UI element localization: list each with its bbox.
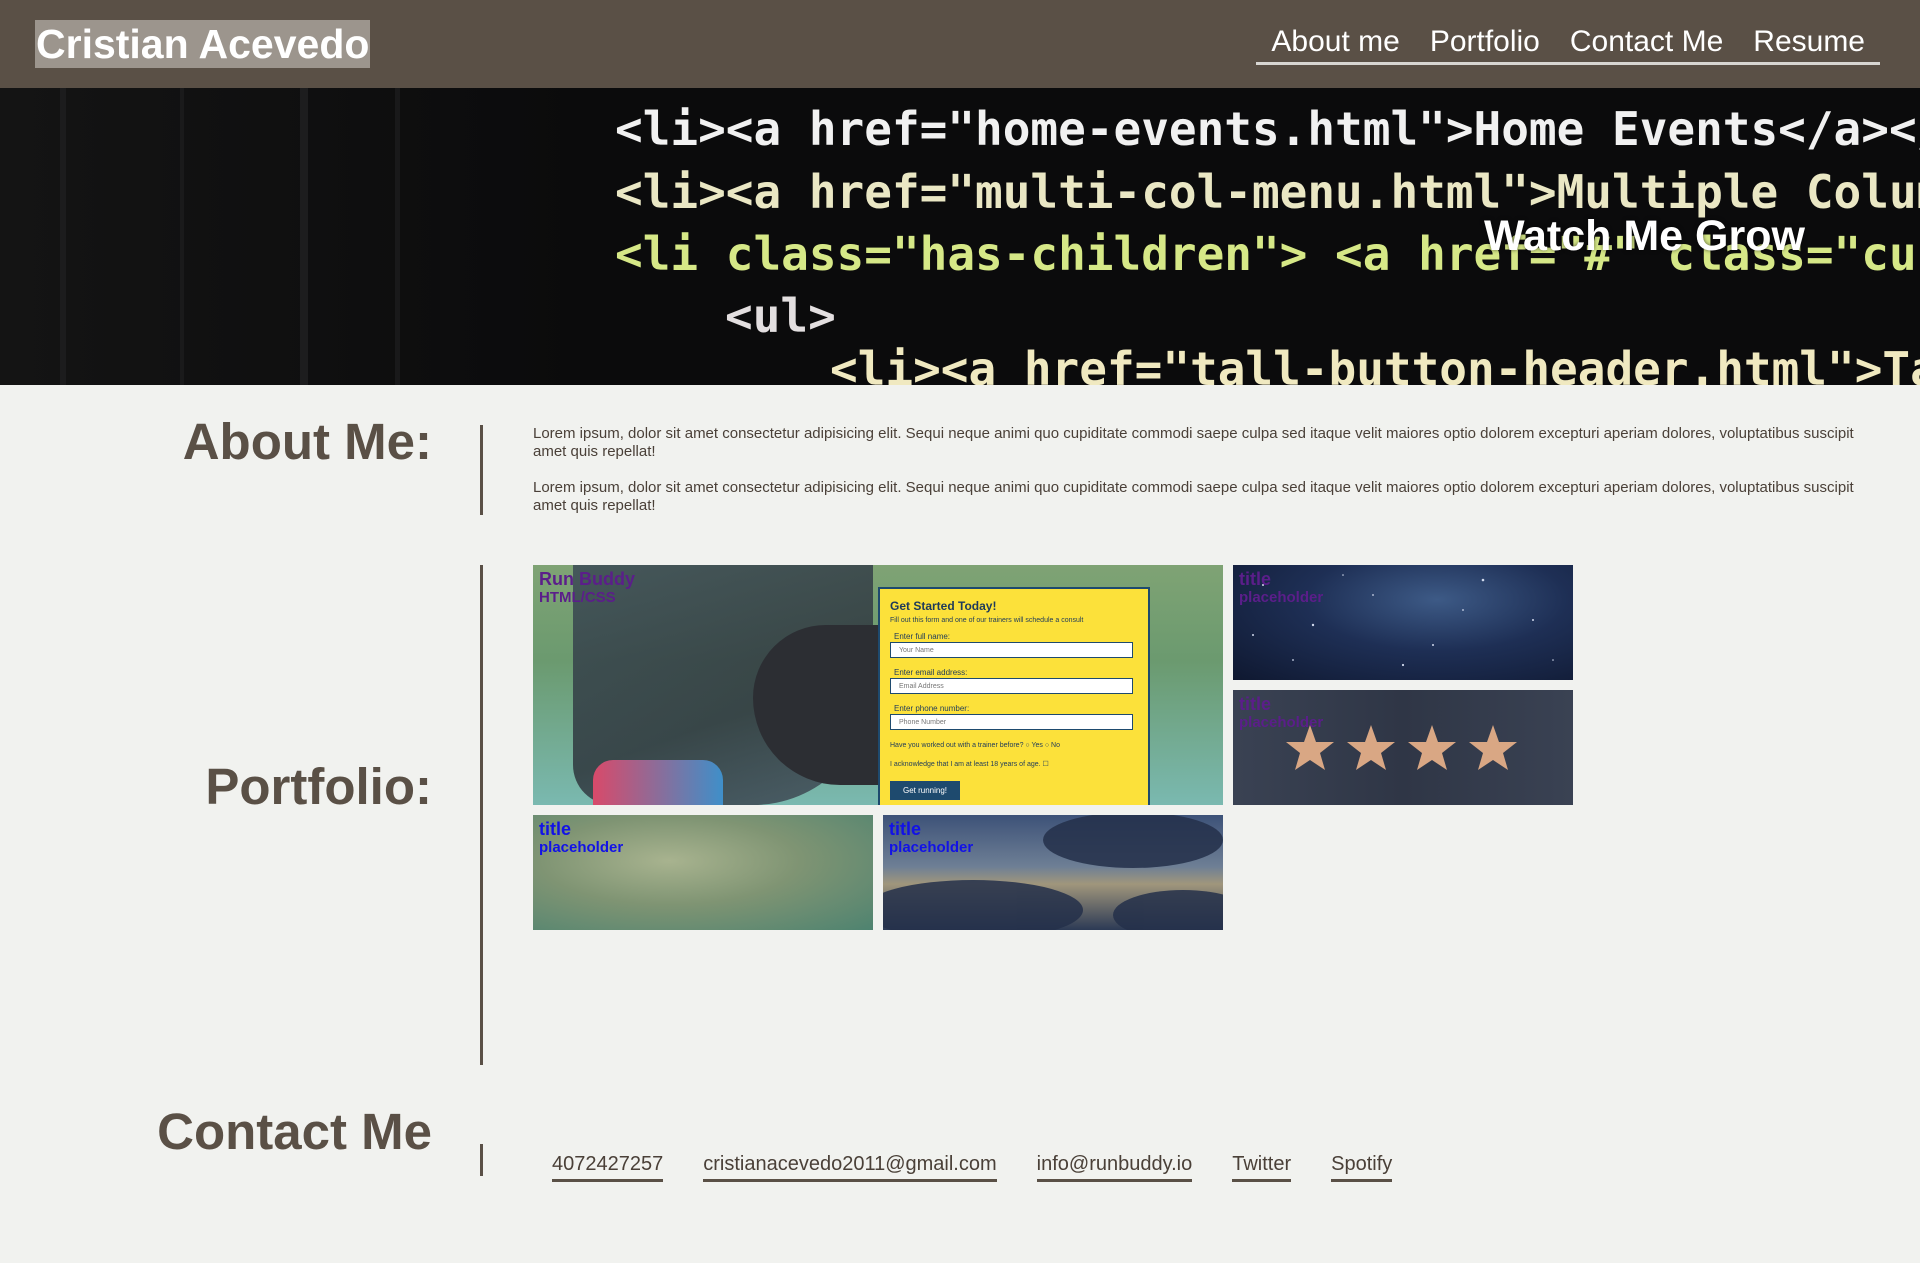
contact-email-link[interactable]: cristianacevedo2011@gmail.com [703, 1151, 997, 1182]
nav-resume[interactable]: Resume [1738, 22, 1880, 62]
portfolio-tile-stars[interactable]: title placeholder [1233, 690, 1573, 805]
tile-subtitle: placeholder [889, 839, 974, 856]
contact-twitter-link[interactable]: Twitter [1232, 1151, 1292, 1182]
site-header: Cristian Acevedo About me Portfolio Cont… [0, 0, 1920, 88]
portfolio-tile-galaxy[interactable]: title placeholder [1233, 565, 1573, 680]
run-buddy-image: Get Started Today! Fill out this form an… [533, 565, 1223, 805]
tile-title: title [539, 819, 572, 839]
tile-subtitle: placeholder [1239, 714, 1324, 731]
hero-banner: <li><a href="home-events.html">Home Even… [0, 88, 1920, 385]
about-heading: About Me: [182, 413, 432, 470]
form-heading: Get Started Today! [890, 599, 997, 613]
form-trainer-question: Have you worked out with a trainer befor… [890, 742, 1060, 749]
tile-title: Run Buddy [539, 569, 635, 589]
run-buddy-form-preview: Get Started Today! Fill out this form an… [878, 587, 1150, 805]
about-divider [480, 425, 483, 515]
runner-shoe [593, 760, 723, 805]
hero-code-line: <li><a href="home-events.html">Home Even… [615, 102, 1920, 156]
form-phone-field: Phone Number [890, 714, 1133, 730]
form-note: Fill out this form and one of our traine… [890, 617, 1084, 624]
form-phone-label: Enter phone number: [894, 704, 970, 713]
form-yes-label: Yes [1031, 742, 1043, 749]
portfolio-tile-texture[interactable]: title placeholder [533, 815, 873, 930]
galaxy-stars [1252, 574, 1554, 667]
about-paragraph: Lorem ipsum, dolor sit amet consectetur … [533, 425, 1854, 460]
portfolio-heading: Portfolio: [205, 758, 432, 815]
about-paragraph: Lorem ipsum, dolor sit amet consectetur … [533, 479, 1854, 514]
hero-title: Watch Me Grow [1484, 212, 1805, 260]
tile-subtitle: placeholder [1239, 589, 1324, 606]
portfolio-divider [480, 565, 483, 1065]
contact-phone-link[interactable]: 4072427257 [552, 1151, 664, 1182]
form-name-field: Your Name [890, 642, 1133, 658]
form-age-ack: I acknowledge that I am at least 18 year… [890, 761, 1049, 768]
hero-code-line: <ul> [725, 289, 836, 343]
portfolio-tile-clouds[interactable]: title placeholder [883, 815, 1223, 930]
form-no-label: No [1051, 742, 1060, 749]
tile-subtitle: placeholder [539, 839, 624, 856]
nav-about-me[interactable]: About me [1256, 22, 1414, 62]
four-star-icons [1286, 725, 1517, 770]
contact-links: 4072427257 cristianacevedo2011@gmail.com… [552, 1151, 1432, 1182]
contact-business-email-link[interactable]: info@runbuddy.io [1036, 1151, 1193, 1182]
tile-subtitle: HTML/CSS [539, 589, 616, 606]
form-question-text: Have you worked out with a trainer befor… [890, 742, 1024, 749]
contact-heading: Contact Me [157, 1103, 432, 1160]
form-email-label: Enter email address: [894, 668, 968, 677]
form-email-field: Email Address [890, 678, 1133, 694]
tile-title: title [889, 819, 922, 839]
hero-code-line: <li><a href="tall-button-header.html">Ta… [830, 342, 1920, 385]
portfolio-tile-run-buddy[interactable]: Get Started Today! Fill out this form an… [533, 565, 1223, 805]
contact-divider [480, 1144, 483, 1176]
form-name-label: Enter full name: [894, 632, 951, 641]
nav-contact-me[interactable]: Contact Me [1555, 22, 1738, 62]
tile-title: title [1239, 694, 1272, 714]
cloud-shapes [883, 815, 1223, 930]
contact-spotify-link[interactable]: Spotify [1331, 1151, 1393, 1182]
form-ack-text: I acknowledge that I am at least 18 year… [890, 761, 1041, 768]
main-nav: About me Portfolio Contact Me Resume [1256, 22, 1880, 65]
hero-code-line: <li><a href="multi-col-menu.html">Multip… [615, 165, 1920, 219]
site-brand[interactable]: Cristian Acevedo [35, 20, 371, 68]
form-submit-button: Get running! [890, 781, 960, 800]
nav-portfolio[interactable]: Portfolio [1415, 22, 1555, 62]
tile-title: title [1239, 569, 1272, 589]
